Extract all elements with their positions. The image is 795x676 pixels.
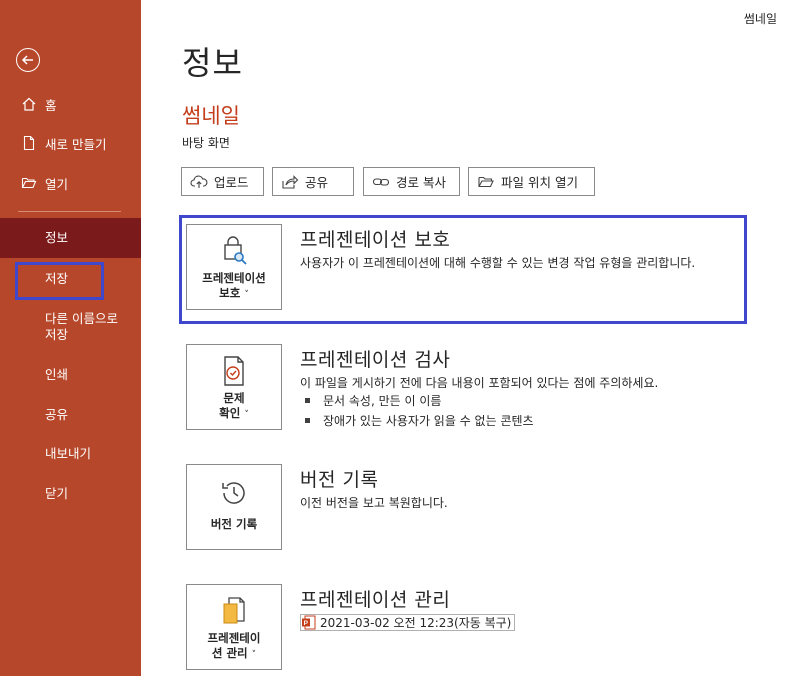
sidebar-item-label[interactable]: 정보	[45, 230, 68, 246]
sidebar-item-label: 열기	[45, 176, 69, 192]
svg-text:P: P	[304, 620, 309, 627]
back-button[interactable]	[16, 48, 40, 72]
sidebar-item-open[interactable]: 열기	[0, 173, 141, 193]
sidebar-divider	[18, 211, 121, 212]
sidebar-item-label: 홈	[45, 97, 57, 113]
protect-section-title: 프레젠테이션 보호	[300, 229, 451, 251]
button-label-line: 프레젠테이	[207, 631, 261, 645]
upload-button[interactable]: 업로드	[181, 167, 264, 196]
button-label-line: 문제	[223, 391, 245, 405]
inspect-section-title: 프레젠테이션 검사	[300, 349, 451, 371]
manage-section-title: 프레젠테이션 관리	[300, 589, 451, 611]
check-issues-button[interactable]: 문제 확인 ˅	[186, 344, 282, 430]
bullet-marker	[305, 398, 310, 403]
folder-open-icon	[21, 175, 37, 191]
button-label-line: 션 관리	[211, 646, 248, 660]
bullet-text: 장애가 있는 사용자가 읽을 수 없는 콘텐츠	[323, 414, 534, 428]
page-title: 정보	[182, 44, 243, 82]
open-file-location-button[interactable]: 파일 위치 열기	[468, 167, 595, 196]
sidebar-item-label: 저장	[45, 327, 69, 342]
protect-presentation-label: 프레젠테이션 보호 ˅	[202, 271, 265, 303]
share-label: 공유	[305, 175, 329, 190]
autosave-version-entry[interactable]: P 2021-03-02 오전 12:23(자동 복구)	[300, 614, 516, 631]
chevron-down-icon: ˅	[244, 410, 249, 420]
sidebar-item-label: 새로 만들기	[45, 136, 107, 152]
document-location: 바탕 화면	[182, 136, 230, 150]
sidebar-item-home[interactable]: 홈	[0, 94, 141, 114]
cloud-upload-icon	[190, 174, 208, 190]
button-label-line: 프레젠테이션	[202, 271, 266, 285]
sidebar-item-share[interactable]: 공유	[45, 407, 68, 423]
history-clock-icon	[219, 477, 249, 509]
version-history-label: 버전 기록	[210, 517, 258, 531]
sidebar-item-new[interactable]: 새로 만들기	[0, 133, 141, 153]
save-highlight-box	[15, 262, 104, 300]
inspect-bullet-item: 장애가 있는 사용자가 읽을 수 없는 콘텐츠	[305, 412, 534, 429]
home-icon	[21, 96, 37, 112]
arrow-left-icon	[21, 55, 33, 65]
sidebar-item-save-as[interactable]: 다른 이름으로 저장	[45, 311, 118, 343]
inspect-section-desc: 이 파일을 게시하기 전에 다음 내용이 포함되어 있다는 점에 주의하세요.	[300, 376, 659, 390]
folder-open-icon	[477, 174, 495, 190]
protect-section-desc: 사용자가 이 프레젠테이션에 대해 수행할 수 있는 변경 작업 유형을 관리합…	[300, 256, 696, 270]
backstage-sidebar: 홈 새로 만들기 열기 정보 저장 다른 이름으로 저장 인쇄 공유 내보내기 …	[0, 0, 141, 676]
copy-path-label: 경로 복사	[396, 175, 446, 190]
link-icon	[372, 174, 390, 190]
sidebar-item-print[interactable]: 인쇄	[45, 367, 68, 383]
button-label-line: 보호	[219, 286, 241, 300]
sidebar-item-label: 다른 이름으로	[45, 311, 118, 326]
copy-path-button[interactable]: 경로 복사	[363, 167, 460, 196]
version-history-button[interactable]: 버전 기록	[186, 464, 282, 550]
sidebar-item-export[interactable]: 내보내기	[45, 446, 91, 462]
share-icon	[281, 174, 299, 190]
window-file-name: 썸네일	[743, 12, 777, 26]
history-section-desc: 이전 버전을 보고 복원합니다.	[300, 496, 448, 510]
manage-presentation-label: 프레젠테이 션 관리 ˅	[208, 631, 261, 663]
inspect-document-icon	[219, 355, 249, 387]
chevron-down-icon: ˅	[251, 650, 257, 660]
version-entry-text: 2021-03-02 오전 12:23(자동 복구)	[320, 616, 512, 630]
upload-label: 업로드	[214, 175, 249, 190]
bullet-text: 문서 속성, 만든 이 이름	[323, 394, 442, 408]
share-button[interactable]: 공유	[272, 167, 354, 196]
powerpoint-file-icon: P	[301, 615, 316, 630]
sidebar-item-close[interactable]: 닫기	[45, 486, 68, 502]
document-title: 썸네일	[182, 104, 240, 128]
inspect-bullet-item: 문서 속성, 만든 이 이름	[305, 392, 441, 409]
bullet-marker	[305, 418, 310, 423]
history-section-title: 버전 기록	[300, 469, 379, 491]
lock-document-icon	[219, 235, 249, 267]
check-issues-label: 문제 확인 ˅	[219, 391, 249, 423]
manage-documents-icon	[219, 595, 249, 627]
protect-presentation-button[interactable]: 프레젠테이션 보호 ˅	[186, 224, 282, 310]
open-file-location-label: 파일 위치 열기	[501, 175, 578, 190]
chevron-down-icon: ˅	[244, 290, 249, 300]
sidebar-item-info[interactable]	[0, 218, 141, 258]
button-label-line: 확인	[219, 406, 241, 420]
new-document-icon	[21, 135, 37, 151]
manage-presentation-button[interactable]: 프레젠테이 션 관리 ˅	[186, 584, 282, 670]
